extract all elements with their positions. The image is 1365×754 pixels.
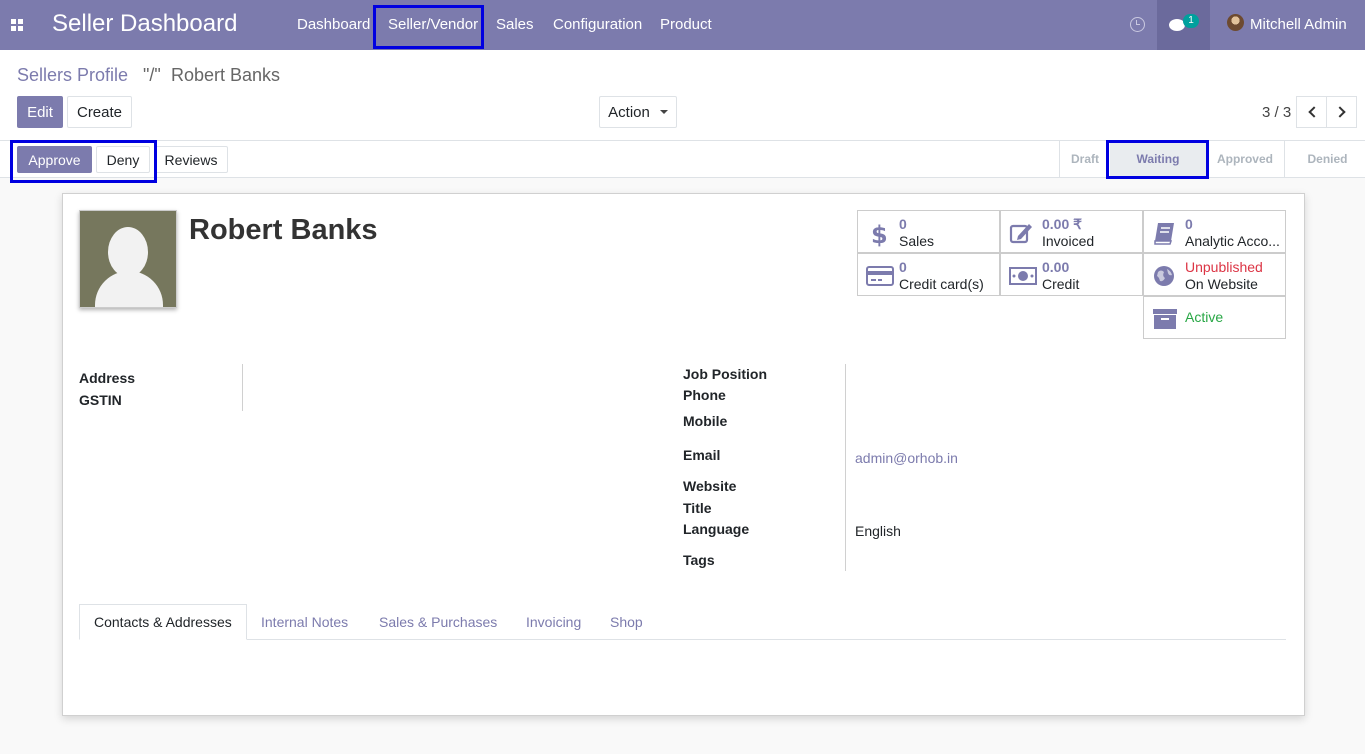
email-value[interactable]: admin@orhob.in: [855, 450, 958, 466]
chat-counter-badge: 1: [1183, 14, 1199, 28]
menu-item-sales[interactable]: Sales: [496, 16, 534, 33]
reviews-button[interactable]: Reviews: [154, 146, 228, 173]
pager-previous-button[interactable]: [1296, 96, 1327, 128]
website-publish-smart-button[interactable]: Unpublished On Website: [1143, 253, 1286, 296]
stage-approved[interactable]: Approved: [1206, 141, 1284, 177]
language-label: Language: [683, 521, 750, 537]
website-status: Unpublished: [1185, 259, 1263, 275]
language-value: English: [855, 523, 901, 539]
apps-menu-icon[interactable]: [11, 19, 23, 31]
breadcrumb-current: Robert Banks: [171, 65, 281, 85]
globe-icon: [1152, 264, 1178, 288]
highlight-box-seller-vendor: [373, 5, 484, 49]
pager-value[interactable]: 3 / 3: [1262, 104, 1291, 121]
analytic-accounts-smart-button[interactable]: 0 Analytic Acco...: [1143, 210, 1286, 253]
profile-photo[interactable]: [79, 210, 177, 308]
title-label: Title: [683, 500, 712, 516]
menu-item-product[interactable]: Product: [660, 16, 712, 33]
credit-cards-count: 0: [899, 259, 907, 275]
stage-draft[interactable]: Draft: [1060, 141, 1110, 177]
website-label: On Website: [1185, 276, 1258, 292]
tags-label: Tags: [683, 552, 715, 568]
invoiced-smart-button[interactable]: 0.00 ₹ Invoiced: [1000, 210, 1143, 253]
tab-shop[interactable]: Shop: [596, 604, 657, 640]
control-panel: [0, 50, 1365, 141]
tab-sales-purchases[interactable]: Sales & Purchases: [365, 604, 511, 640]
menu-item-configuration[interactable]: Configuration: [553, 16, 642, 33]
invoiced-label: Invoiced: [1042, 233, 1095, 249]
analytic-count: 0: [1185, 216, 1193, 232]
top-navbar: Seller Dashboard Dashboard Seller/Vendor…: [0, 0, 1365, 50]
caret-down-icon: [659, 110, 668, 114]
stage-divider: [1284, 141, 1285, 177]
mobile-label: Mobile: [683, 413, 728, 429]
smart-buttons-box: $ 0 Sales 0.00 ₹ Invoiced 0 Analytic Acc…: [857, 210, 1287, 339]
user-avatar[interactable]: [1227, 14, 1244, 31]
avatar-placeholder-head: [108, 227, 148, 277]
credit-amount: 0.00: [1042, 259, 1070, 275]
analytic-label: Analytic Acco...: [1185, 233, 1280, 249]
avatar-placeholder-body: [95, 271, 163, 307]
highlight-box-waiting-stage: [1106, 140, 1209, 179]
breadcrumb-parent-link[interactable]: Sellers Profile: [17, 65, 128, 86]
address-label: Address: [79, 370, 136, 386]
gstin-label: GSTIN: [79, 392, 122, 408]
edit-icon: [1009, 221, 1035, 245]
highlight-box-approve-deny: [10, 140, 157, 183]
action-label: Action: [608, 103, 650, 121]
tab-internal-notes[interactable]: Internal Notes: [247, 604, 362, 640]
field-divider: [242, 364, 243, 411]
tab-invoicing[interactable]: Invoicing: [512, 604, 595, 640]
sales-count: 0: [899, 216, 907, 232]
action-dropdown[interactable]: Action: [599, 96, 677, 128]
chevron-left-icon: [1307, 106, 1320, 118]
dollar-icon: $: [866, 221, 892, 249]
active-label: Active: [1185, 309, 1224, 325]
messaging-menu[interactable]: 1: [1157, 0, 1210, 50]
email-label: Email: [683, 447, 721, 463]
create-button[interactable]: Create: [67, 96, 132, 128]
stage-denied[interactable]: Denied: [1290, 141, 1365, 177]
record-name: Robert Banks: [189, 214, 378, 246]
chevron-right-icon: [1333, 106, 1346, 118]
invoiced-amount: 0.00 ₹: [1042, 216, 1083, 232]
credit-label: Credit: [1042, 276, 1080, 292]
archive-icon: [1152, 307, 1178, 331]
menu-item-dashboard[interactable]: Dashboard: [297, 16, 370, 33]
sales-label: Sales: [899, 233, 935, 249]
credit-cards-smart-button[interactable]: 0 Credit card(s): [857, 253, 1000, 296]
user-menu[interactable]: Mitchell Admin: [1250, 16, 1347, 33]
money-icon: [1009, 264, 1037, 288]
edit-button[interactable]: Edit: [17, 96, 63, 128]
job-position-label: Job Position: [683, 366, 767, 382]
field-divider: [845, 364, 846, 571]
credit-cards-label: Credit card(s): [899, 276, 984, 292]
credit-smart-button[interactable]: 0.00 Credit: [1000, 253, 1143, 296]
book-icon: [1152, 221, 1178, 245]
credit-card-icon: [866, 264, 894, 288]
tab-contacts-addresses[interactable]: Contacts & Addresses: [79, 604, 247, 640]
pager-next-button[interactable]: [1326, 96, 1357, 128]
website-field-label: Website: [683, 478, 737, 494]
app-title: Seller Dashboard: [52, 10, 238, 37]
sales-smart-button[interactable]: $ 0 Sales: [857, 210, 1000, 253]
breadcrumb-separator: "/": [143, 65, 161, 85]
phone-label: Phone: [683, 387, 726, 403]
activity-clock-icon[interactable]: [1130, 17, 1145, 32]
svg-text:$: $: [871, 221, 888, 247]
active-toggle-smart-button[interactable]: Active: [1143, 296, 1286, 339]
